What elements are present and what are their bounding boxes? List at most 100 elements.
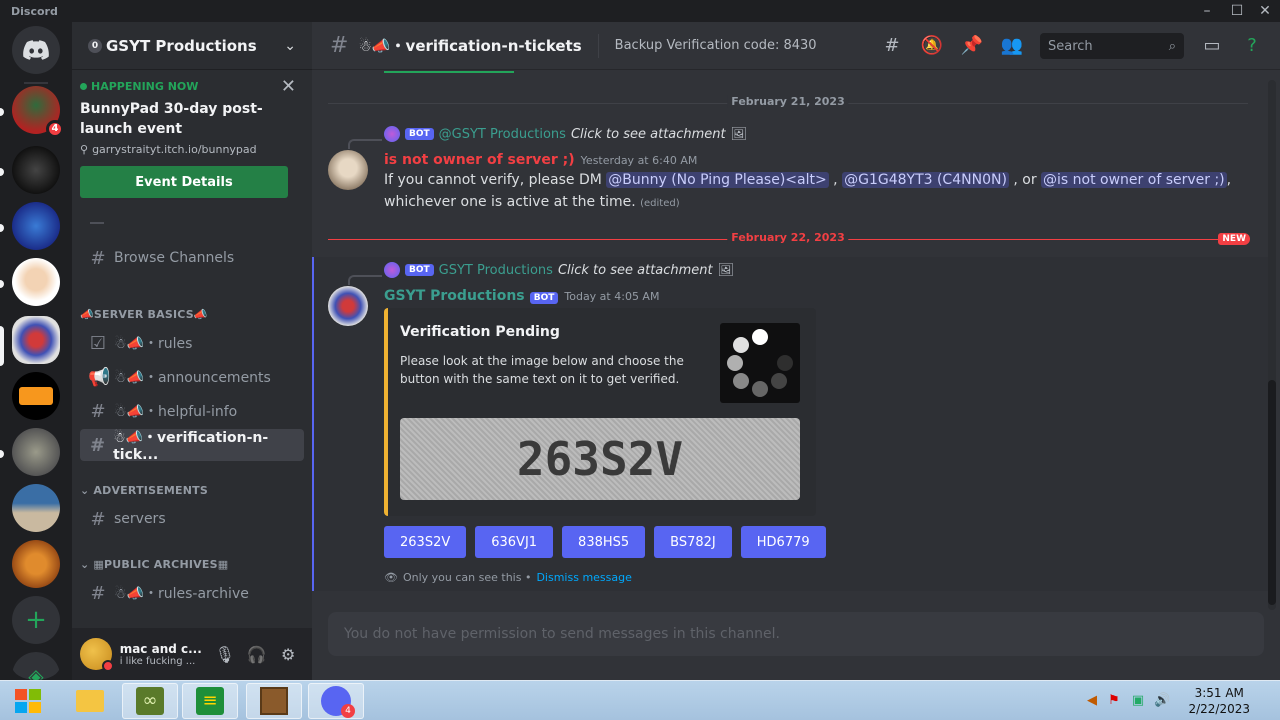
dnd-status-icon xyxy=(101,660,114,672)
server-icon[interactable] xyxy=(12,146,60,194)
infinity-icon: ∞ xyxy=(136,687,164,715)
gear-icon[interactable]: ⚙ xyxy=(272,638,304,670)
reply-preview[interactable]: BOT GSYT Productions Click to see attach… xyxy=(384,262,734,278)
hash-icon: # xyxy=(90,400,106,422)
channel-announcements[interactable]: 📢 ☃📣・announcements xyxy=(80,361,304,393)
minecraft-taskbar[interactable] xyxy=(246,683,302,719)
maximize-button[interactable]: ☐ xyxy=(1222,2,1252,20)
server-icon[interactable] xyxy=(12,484,60,532)
unread-pill xyxy=(0,108,4,116)
bot-avatar[interactable] xyxy=(328,286,368,326)
browse-channels[interactable]: # Browse Channels xyxy=(80,242,304,274)
close-icon[interactable]: ✕ xyxy=(281,76,296,97)
message-list: February 21, 2023 BOT @GSYT Productions … xyxy=(312,71,1268,591)
channel-header: # ☃📣・verification-n-tickets Backup Verif… xyxy=(312,22,1280,70)
eye-icon: 👁 xyxy=(384,571,398,584)
reply-line xyxy=(348,275,382,285)
captcha-button-row: 263S2V 636VJ1 838HS5 BS782J HD6779 xyxy=(384,526,826,558)
notes-taskbar[interactable]: ≡ xyxy=(182,683,238,719)
channel-rules-archive[interactable]: # ☃📣・rules-archive xyxy=(80,577,304,609)
mention-badge: 4 xyxy=(46,120,64,138)
user-avatar[interactable] xyxy=(328,150,368,190)
notification-badge: 4 xyxy=(341,704,355,718)
volume-icon[interactable]: 🔊 xyxy=(1154,693,1170,709)
hash-icon: # xyxy=(90,508,106,530)
headphones-icon[interactable]: 🎧 xyxy=(241,638,273,670)
microphone-icon[interactable]: 🎙 xyxy=(209,638,241,670)
event-location[interactable]: ⚲ garrystraityt.itch.io/bunnypad xyxy=(80,143,304,156)
server-icon[interactable] xyxy=(12,372,60,420)
channel-topic[interactable]: Backup Verification code: 8430 xyxy=(615,38,817,53)
captcha-option-button[interactable]: 636VJ1 xyxy=(475,526,554,558)
unread-pill xyxy=(0,280,4,288)
unread-pill xyxy=(0,450,4,458)
message-author[interactable]: GSYT Productions xyxy=(384,288,525,304)
category-public-archives[interactable]: ⌄ ▦PUBLIC ARCHIVES▦ xyxy=(80,558,228,571)
captcha-option-button[interactable]: 263S2V xyxy=(384,526,467,558)
bot-tag: BOT xyxy=(405,128,434,140)
user-panel: mac and c... i like fucking ... 🎙 🎧 ⚙ xyxy=(72,628,312,680)
user-info[interactable]: mac and c... i like fucking ... xyxy=(120,642,209,667)
chevron-down-icon: ⌄ xyxy=(80,484,90,497)
user-mention[interactable]: @G1G48YT3 (C4NN0N) xyxy=(842,172,1009,188)
channel-rules[interactable]: ☑ ☃📣・rules xyxy=(80,327,304,359)
captcha-option-button[interactable]: HD6779 xyxy=(740,526,826,558)
scrollbar[interactable] xyxy=(1268,80,1276,610)
search-input[interactable] xyxy=(1048,38,1158,54)
server-icon[interactable] xyxy=(12,540,60,588)
reply-author: @GSYT Productions xyxy=(438,126,566,142)
channel-helpful-info[interactable]: # ☃📣・helpful-info xyxy=(80,395,304,427)
message-author[interactable]: is not owner of server ;) xyxy=(384,152,575,168)
hash-icon: # xyxy=(89,434,106,456)
mute-bell-icon[interactable]: 🔕 xyxy=(920,34,944,58)
captcha-option-button[interactable]: BS782J xyxy=(654,526,732,558)
close-window-button[interactable]: ✕ xyxy=(1250,2,1280,20)
network-icon[interactable]: ▣ xyxy=(1130,693,1146,709)
home-button[interactable] xyxy=(12,26,60,74)
scroll-thumb[interactable] xyxy=(1268,380,1276,605)
help-icon[interactable]: ? xyxy=(1240,34,1264,58)
user-mention[interactable]: @Bunny (No Ping Please)<alt> xyxy=(606,172,829,188)
date-divider: February 21, 2023 xyxy=(328,95,1248,108)
add-server-button[interactable]: + xyxy=(12,596,60,644)
logo-icon xyxy=(19,387,53,405)
server-icon[interactable] xyxy=(12,202,60,250)
megaphone-icon: 📢 xyxy=(88,366,111,388)
user-avatar[interactable] xyxy=(80,638,114,672)
category-advertisements[interactable]: ⌄ ADVERTISEMENTS xyxy=(80,484,208,497)
server-icon[interactable]: 4 xyxy=(12,86,64,138)
members-icon[interactable]: 👥 xyxy=(1000,34,1024,58)
server-icon[interactable] xyxy=(12,428,60,476)
user-mention[interactable]: @is not owner of server ;) xyxy=(1041,172,1227,188)
threads-icon[interactable]: # xyxy=(880,34,904,58)
pin-icon[interactable]: 📌 xyxy=(960,34,984,58)
category-server-basics[interactable]: 📣SERVER BASICS📣 xyxy=(80,308,208,321)
ephemeral-note: 👁 Only you can see this • Dismiss messag… xyxy=(384,571,632,584)
minimize-button[interactable]: – xyxy=(1192,2,1222,20)
file-explorer-taskbar[interactable] xyxy=(62,683,118,719)
system-clock[interactable]: 3:51 AM 2/22/2023 xyxy=(1188,685,1250,717)
dismiss-message-link[interactable]: Dismiss message xyxy=(536,571,631,584)
reply-preview[interactable]: BOT @GSYT Productions Click to see attac… xyxy=(384,126,747,142)
back-arrow-icon[interactable]: ◀ xyxy=(1084,693,1100,709)
explore-button[interactable]: ◈ xyxy=(12,652,60,680)
event-details-button[interactable]: Event Details xyxy=(80,166,288,198)
start-button[interactable] xyxy=(2,683,54,719)
captcha-option-button[interactable]: 838HS5 xyxy=(562,526,646,558)
channel-servers[interactable]: # servers xyxy=(80,503,304,535)
inbox-icon[interactable]: ▭ xyxy=(1200,34,1224,58)
image-icon: 🖼 xyxy=(717,262,735,278)
server-header[interactable]: 0 GSYT Productions ⌄ xyxy=(72,22,312,70)
windows-logo-icon xyxy=(15,689,41,713)
divider xyxy=(597,33,599,58)
discord-taskbar[interactable]: 4 xyxy=(308,683,364,719)
flag-icon[interactable]: ⚑ xyxy=(1106,693,1122,709)
message-composer-disabled: You do not have permission to send messa… xyxy=(328,612,1264,656)
app-taskbar[interactable]: ∞ xyxy=(122,683,178,719)
server-icon-gsyt-productions[interactable] xyxy=(12,316,60,364)
server-icon[interactable] xyxy=(12,258,60,306)
checkbox-channel-icon: ☑ xyxy=(89,332,107,354)
search-box[interactable]: ⌕ xyxy=(1040,33,1184,59)
channel-verification-n-tickets[interactable]: # ☃📣・verification-n-tick... xyxy=(80,429,304,463)
channel-sidebar: 0 GSYT Productions ⌄ HAPPENING NOW ✕ Bunn… xyxy=(72,22,312,680)
